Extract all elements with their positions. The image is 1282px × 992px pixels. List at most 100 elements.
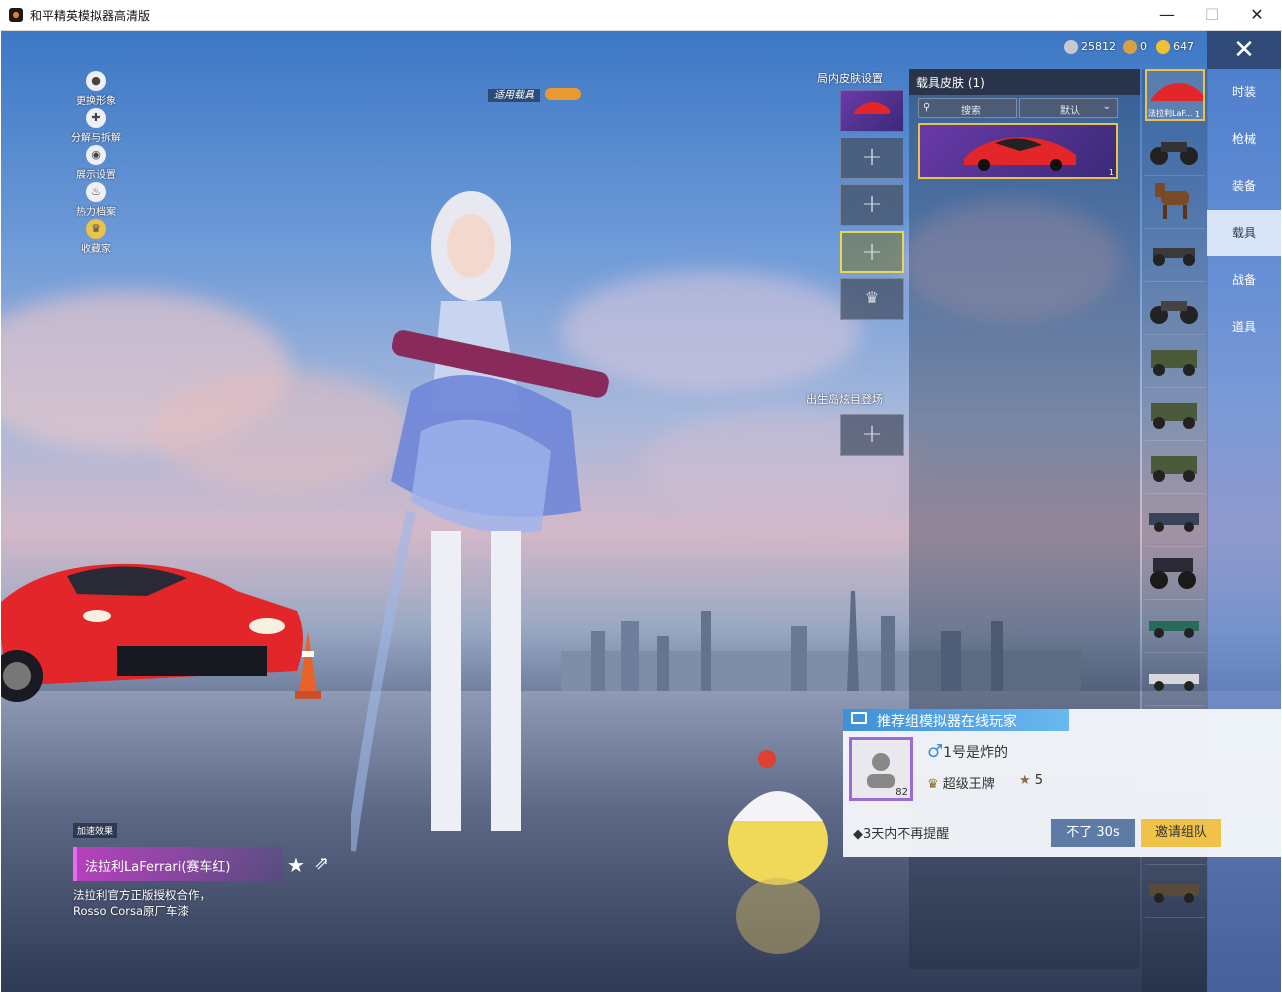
tab-vehicles[interactable]: 载具 [1207,210,1281,256]
coin-value: 25812 [1081,40,1116,53]
skin-panel-header: 载具皮肤 (1) [909,69,1140,95]
speed-effect-tag: 加速效果 [73,823,118,838]
spawn-slot[interactable]: + [840,414,904,456]
stars-count: 5 [1034,773,1044,788]
player-name-line: ♂1号是炸的 [927,741,1008,762]
traffic-cone [295,631,321,699]
menu-label: 收藏家 [81,244,111,255]
player-avatar[interactable]: 82 [849,737,913,801]
monitor-icon [851,712,867,724]
sedan-icon [1149,513,1199,532]
sort-label: 默认 [1060,106,1080,117]
vehicle-thumb-pickup[interactable] [1145,866,1205,918]
menu-label: 更换形象 [76,96,116,107]
player-rank: ♛ 超级王牌 [927,773,995,792]
vehicle-thumb-classic-car[interactable] [1145,654,1205,706]
menu-label: 分解与拆解 [71,133,121,144]
menu-change-appearance[interactable]: ● 更换形象 [61,71,131,107]
chevron-down-icon: ⌄ [1102,101,1111,112]
rank-badge-icon: ♛ [927,777,939,792]
minimize-button[interactable]: — [1153,4,1181,26]
apply-vehicle-label: 适用载具 [488,89,540,102]
in-game-skin-title: 局内皮肤设置 [817,72,883,85]
skin-slot-1[interactable] [840,90,904,132]
male-icon: ♂ [927,741,944,762]
tab-equipment[interactable]: 装备 [1207,163,1281,209]
horse-icon [1155,183,1189,219]
skin-panel-title: 载具皮肤 (1) [916,76,985,90]
skin-search-input[interactable]: ⚲ 搜索 [918,98,1017,118]
eye-icon: ◉ [86,145,106,165]
lion-badge-icon: ♛ [86,219,106,239]
skin-slot-4[interactable]: + [840,231,904,273]
vehicle-thumb-monster-truck[interactable] [1145,548,1205,600]
vehicle-thumb-jeep-3[interactable] [1145,442,1205,494]
tab-fashion[interactable]: 时装 [1207,69,1281,115]
search-icon: ⚲ [923,102,931,113]
ferrari-skin-image [964,137,1076,171]
token-value: 0 [1140,40,1147,53]
gold-icon [1156,40,1170,54]
skin-slot-3[interactable]: + [840,184,904,226]
skin-card-ferrari[interactable]: 1 [918,123,1118,179]
menu-label: 展示设置 [76,170,116,181]
ferrari-icon [1151,83,1203,101]
player-name: 1号是炸的 [943,745,1009,761]
vehicle-thumb-sedan[interactable] [1145,495,1205,547]
vehicle-thumb-count: 1 [1194,110,1200,119]
vehicle-thumb-coupe[interactable] [1145,601,1205,653]
skin-slot-2[interactable]: + [840,137,904,179]
gold-value: 647 [1173,40,1194,53]
vehicle-thumb-jeep[interactable] [1145,336,1205,388]
invite-team-button[interactable]: 邀请组队 [1141,819,1221,847]
window-titlebar: 和平精英模拟器高清版 — ☐ ✕ [0,0,1282,31]
close-icon[interactable]: ✕ [1207,31,1281,69]
skin-slot-crown[interactable]: ♛ [840,278,904,320]
app-icon [9,8,23,22]
apply-vehicle-badge: 适用载具 [488,83,582,102]
tab-firearms[interactable]: 枪械 [1207,116,1281,162]
spawn-entrance-title: 出生岛炫目登场 [806,393,883,406]
vehicle-thumb-motorcycle[interactable] [1145,124,1205,176]
menu-heat-archive[interactable]: ♨ 热力档案 [61,182,131,218]
vehicle-thumb-motorcycle-2[interactable] [1145,283,1205,335]
skin-sort-dropdown[interactable]: 默认 ⌄ [1019,98,1118,118]
jeep-icon [1151,403,1197,429]
buggy-icon [1153,248,1195,266]
tab-items[interactable]: 道具 [1207,304,1281,350]
star-badge-icon: ★ [1019,773,1031,788]
vehicle-thumb-label: 法拉利LaF... [1148,109,1193,118]
ferrari-car-model [1,563,303,702]
vehicle-name: 法拉利LaFerrari(赛车红) [85,860,231,875]
menu-collector[interactable]: ♛ 收藏家 [61,219,131,255]
classic-car-icon [1149,674,1199,691]
menu-display-settings[interactable]: ◉ 展示设置 [61,145,131,181]
vehicle-thumb-jeep-2[interactable] [1145,389,1205,441]
vehicle-description: 法拉利官方正版授权合作，Rosso Corsa原厂车漆 [73,888,211,918]
maximize-button[interactable]: ☐ [1198,4,1226,26]
star-icon[interactable]: ★ [287,853,305,877]
menu-decompose[interactable]: ✚ 分解与拆解 [61,108,131,144]
vehicle-thumb-ferrari[interactable]: 法拉利LaF... 1 [1145,69,1205,121]
vehicle-thumb-buggy[interactable] [1145,230,1205,282]
popup-header: 推荐组模拟器在线玩家 [843,709,1069,731]
coupe-icon [1149,621,1199,638]
car-thumb-icon [854,102,890,114]
decline-button[interactable]: 不了 30s [1051,819,1135,847]
search-label: 搜索 [961,106,981,117]
close-window-button[interactable]: ✕ [1243,4,1271,26]
currency-coins: 25812 [1064,40,1116,54]
vehicle-mini-icon [545,87,582,100]
player-level: 82 [895,787,908,798]
tab-combat-gear[interactable]: 战备 [1207,257,1281,303]
person-icon: ● [86,71,106,91]
dont-remind-toggle[interactable]: ◆3天内不再提醒 [853,823,949,842]
vehicle-thumb-horse[interactable] [1145,177,1205,229]
jeep-icon [1151,350,1197,376]
skin-card-count: 1 [1108,168,1114,177]
player-stars: ★ 5 [1019,773,1043,788]
player-character [351,191,609,852]
jeep-icon [1151,456,1197,482]
share-icon[interactable]: ⇗ [314,853,329,874]
token-icon [1123,40,1137,54]
